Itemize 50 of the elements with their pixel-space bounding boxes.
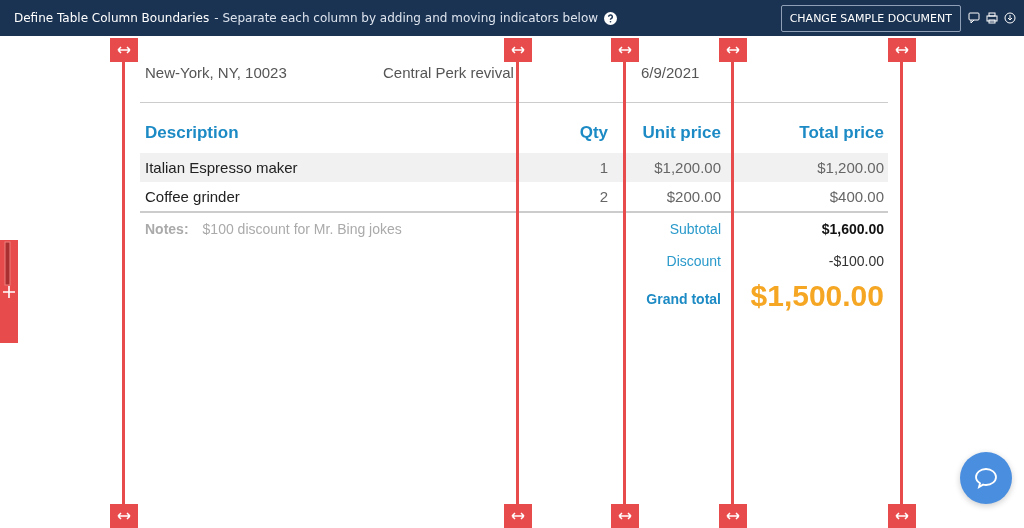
resize-arrows-icon [117, 46, 131, 54]
chat-button[interactable] [960, 452, 1012, 504]
summary-label: Subtotal [668, 220, 722, 239]
notes-text: Notes: $100 discount for Mr. Bing jokes [144, 220, 403, 239]
drag-handle[interactable] [719, 504, 747, 528]
printer-icon[interactable] [986, 12, 998, 24]
summary-value: $1,500.00 [749, 278, 885, 314]
resize-arrows-icon [618, 46, 632, 54]
chat-bubble-icon [974, 467, 998, 489]
table-cell: Coffee grinder [140, 182, 515, 213]
table-cell: 1 [515, 153, 612, 182]
resize-arrows-icon [511, 46, 525, 54]
add-slider-icon [3, 241, 15, 299]
drag-handle[interactable] [504, 38, 532, 62]
address-text: Central Perk revival [383, 64, 514, 81]
drag-handle[interactable] [110, 38, 138, 62]
resize-arrows-icon [511, 512, 525, 520]
instructions-text: - Separate each column by adding and moving indicators below [214, 11, 599, 25]
resize-arrows-icon [117, 512, 131, 520]
resize-arrows-icon [618, 512, 632, 520]
drag-handle[interactable] [611, 38, 639, 62]
resize-arrows-icon [726, 512, 740, 520]
help-icon[interactable] [604, 11, 618, 25]
resize-arrows-icon [895, 46, 909, 54]
drag-handle[interactable] [611, 504, 639, 528]
drag-handle[interactable] [719, 38, 747, 62]
column-header: Description [144, 123, 240, 144]
column-header: Unit price [641, 123, 722, 144]
table-cell: $1,200.00 [725, 153, 888, 182]
add-indicator-button[interactable] [0, 240, 18, 343]
page-title: Define Table Column Boundaries [14, 11, 210, 25]
table-cell: Italian Espresso maker [140, 153, 515, 182]
drag-handle[interactable] [504, 504, 532, 528]
download-icon[interactable] [1004, 12, 1016, 24]
drag-handle[interactable] [888, 504, 916, 528]
summary-label: Discount [665, 252, 722, 271]
comment-icon[interactable] [968, 12, 980, 24]
address-text: New-York, NY, 10023 [145, 64, 287, 81]
table-cell: $1,200.00 [612, 153, 725, 182]
resize-arrows-icon [895, 512, 909, 520]
summary-value: $1,600.00 [820, 220, 885, 239]
summary-label: Grand total [645, 290, 722, 309]
drag-handle[interactable] [888, 38, 916, 62]
column-header: Total price [798, 123, 885, 144]
resize-arrows-icon [726, 46, 740, 54]
change-sample-document-button[interactable]: CHANGE SAMPLE DOCUMENT [780, 4, 961, 32]
drag-handle[interactable] [110, 504, 138, 528]
summary-value: -$100.00 [827, 252, 885, 271]
address-text: 6/9/2021 [641, 64, 700, 81]
column-header: Qty [578, 123, 609, 144]
